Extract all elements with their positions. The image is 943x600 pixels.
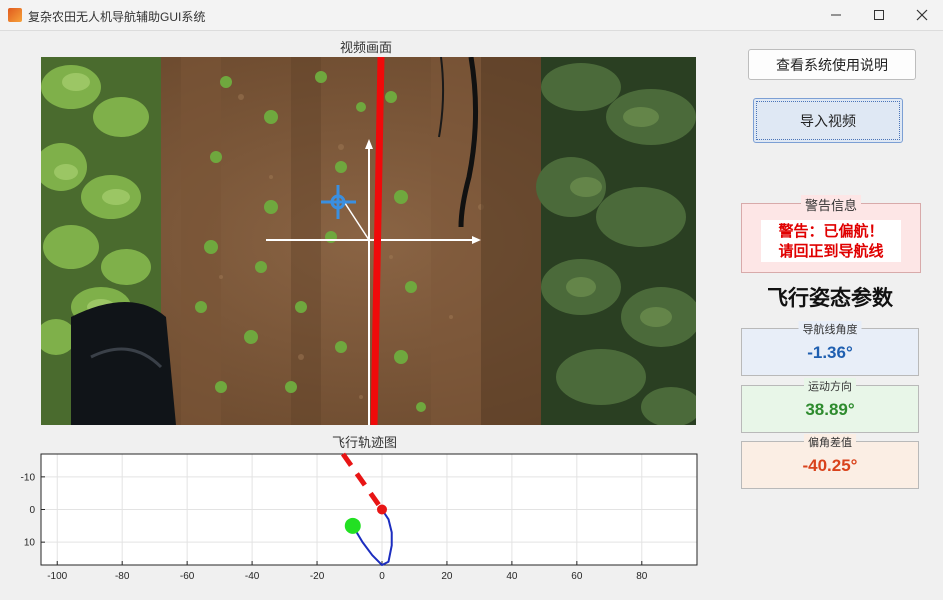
y-tick-label: 0 bbox=[29, 505, 35, 516]
x-tick-label: 60 bbox=[571, 571, 583, 582]
flight-params-heading: 飞行姿态参数 bbox=[767, 287, 893, 310]
video-scene bbox=[41, 57, 696, 425]
current-position-marker bbox=[376, 504, 387, 515]
title-bar: 复杂农田无人机导航辅助GUI系统 bbox=[0, 0, 943, 31]
video-panel-title: 视频画面 bbox=[340, 40, 393, 55]
video-frame bbox=[41, 57, 696, 425]
x-tick-label: 0 bbox=[379, 571, 385, 582]
warning-message: 警告：已偏航！ 请回正到导航线 bbox=[761, 220, 901, 262]
help-button[interactable]: 查看系统使用说明 bbox=[748, 49, 916, 80]
maximize-button[interactable] bbox=[856, 0, 902, 30]
motion-direction-panel: 运动方向 38.89° bbox=[741, 378, 919, 433]
nav-line-angle-value: -1.36° bbox=[807, 343, 853, 362]
trajectory-panel-title: 飞行轨迹图 bbox=[332, 435, 398, 450]
minimize-icon bbox=[831, 14, 841, 16]
start-point-marker bbox=[344, 517, 361, 534]
maximize-icon bbox=[874, 10, 884, 20]
import-video-button[interactable]: 导入视频 bbox=[753, 98, 903, 143]
angle-diff-value: -40.25° bbox=[802, 456, 858, 475]
matlab-app-icon bbox=[8, 8, 22, 22]
nav-line-angle-label: 导航线角度 bbox=[798, 321, 862, 337]
warning-line-2: 请回正到导航线 bbox=[778, 242, 884, 260]
x-tick-label: -100 bbox=[47, 571, 67, 582]
y-tick-label: 10 bbox=[24, 538, 36, 549]
close-icon bbox=[916, 9, 928, 21]
trajectory-chart-svg: -100 -80 -60 -40 -20 0 20 40 60 80-10010 bbox=[21, 452, 698, 582]
minimize-button[interactable] bbox=[813, 0, 859, 30]
angle-diff-label: 偏角差值 bbox=[804, 434, 856, 450]
warning-line-1: 警告：已偏航！ bbox=[778, 222, 884, 240]
nav-line-angle-panel: 导航线角度 -1.36° bbox=[741, 321, 919, 376]
x-tick-label: -80 bbox=[115, 571, 130, 582]
motion-direction-label: 运动方向 bbox=[804, 378, 856, 394]
close-button[interactable] bbox=[899, 0, 943, 30]
angle-diff-panel: 偏角差值 -40.25° bbox=[741, 434, 919, 489]
x-tick-label: 40 bbox=[506, 571, 518, 582]
x-tick-label: 20 bbox=[441, 571, 453, 582]
x-tick-label: 80 bbox=[636, 571, 648, 582]
x-tick-label: -60 bbox=[180, 571, 195, 582]
trajectory-chart: -100 -80 -60 -40 -20 0 20 40 60 80 -10 0 10 bbox=[0, 452, 710, 595]
x-tick-label: -20 bbox=[310, 571, 325, 582]
warning-legend: 警告信息 bbox=[800, 195, 862, 214]
motion-direction-value: 38.89° bbox=[805, 400, 855, 419]
warning-panel: 警告信息 警告：已偏航！ 请回正到导航线 bbox=[741, 195, 921, 273]
window-title: 复杂农田无人机导航辅助GUI系统 bbox=[28, 10, 206, 24]
y-tick-label: -10 bbox=[21, 472, 36, 483]
x-tick-label: -40 bbox=[245, 571, 260, 582]
